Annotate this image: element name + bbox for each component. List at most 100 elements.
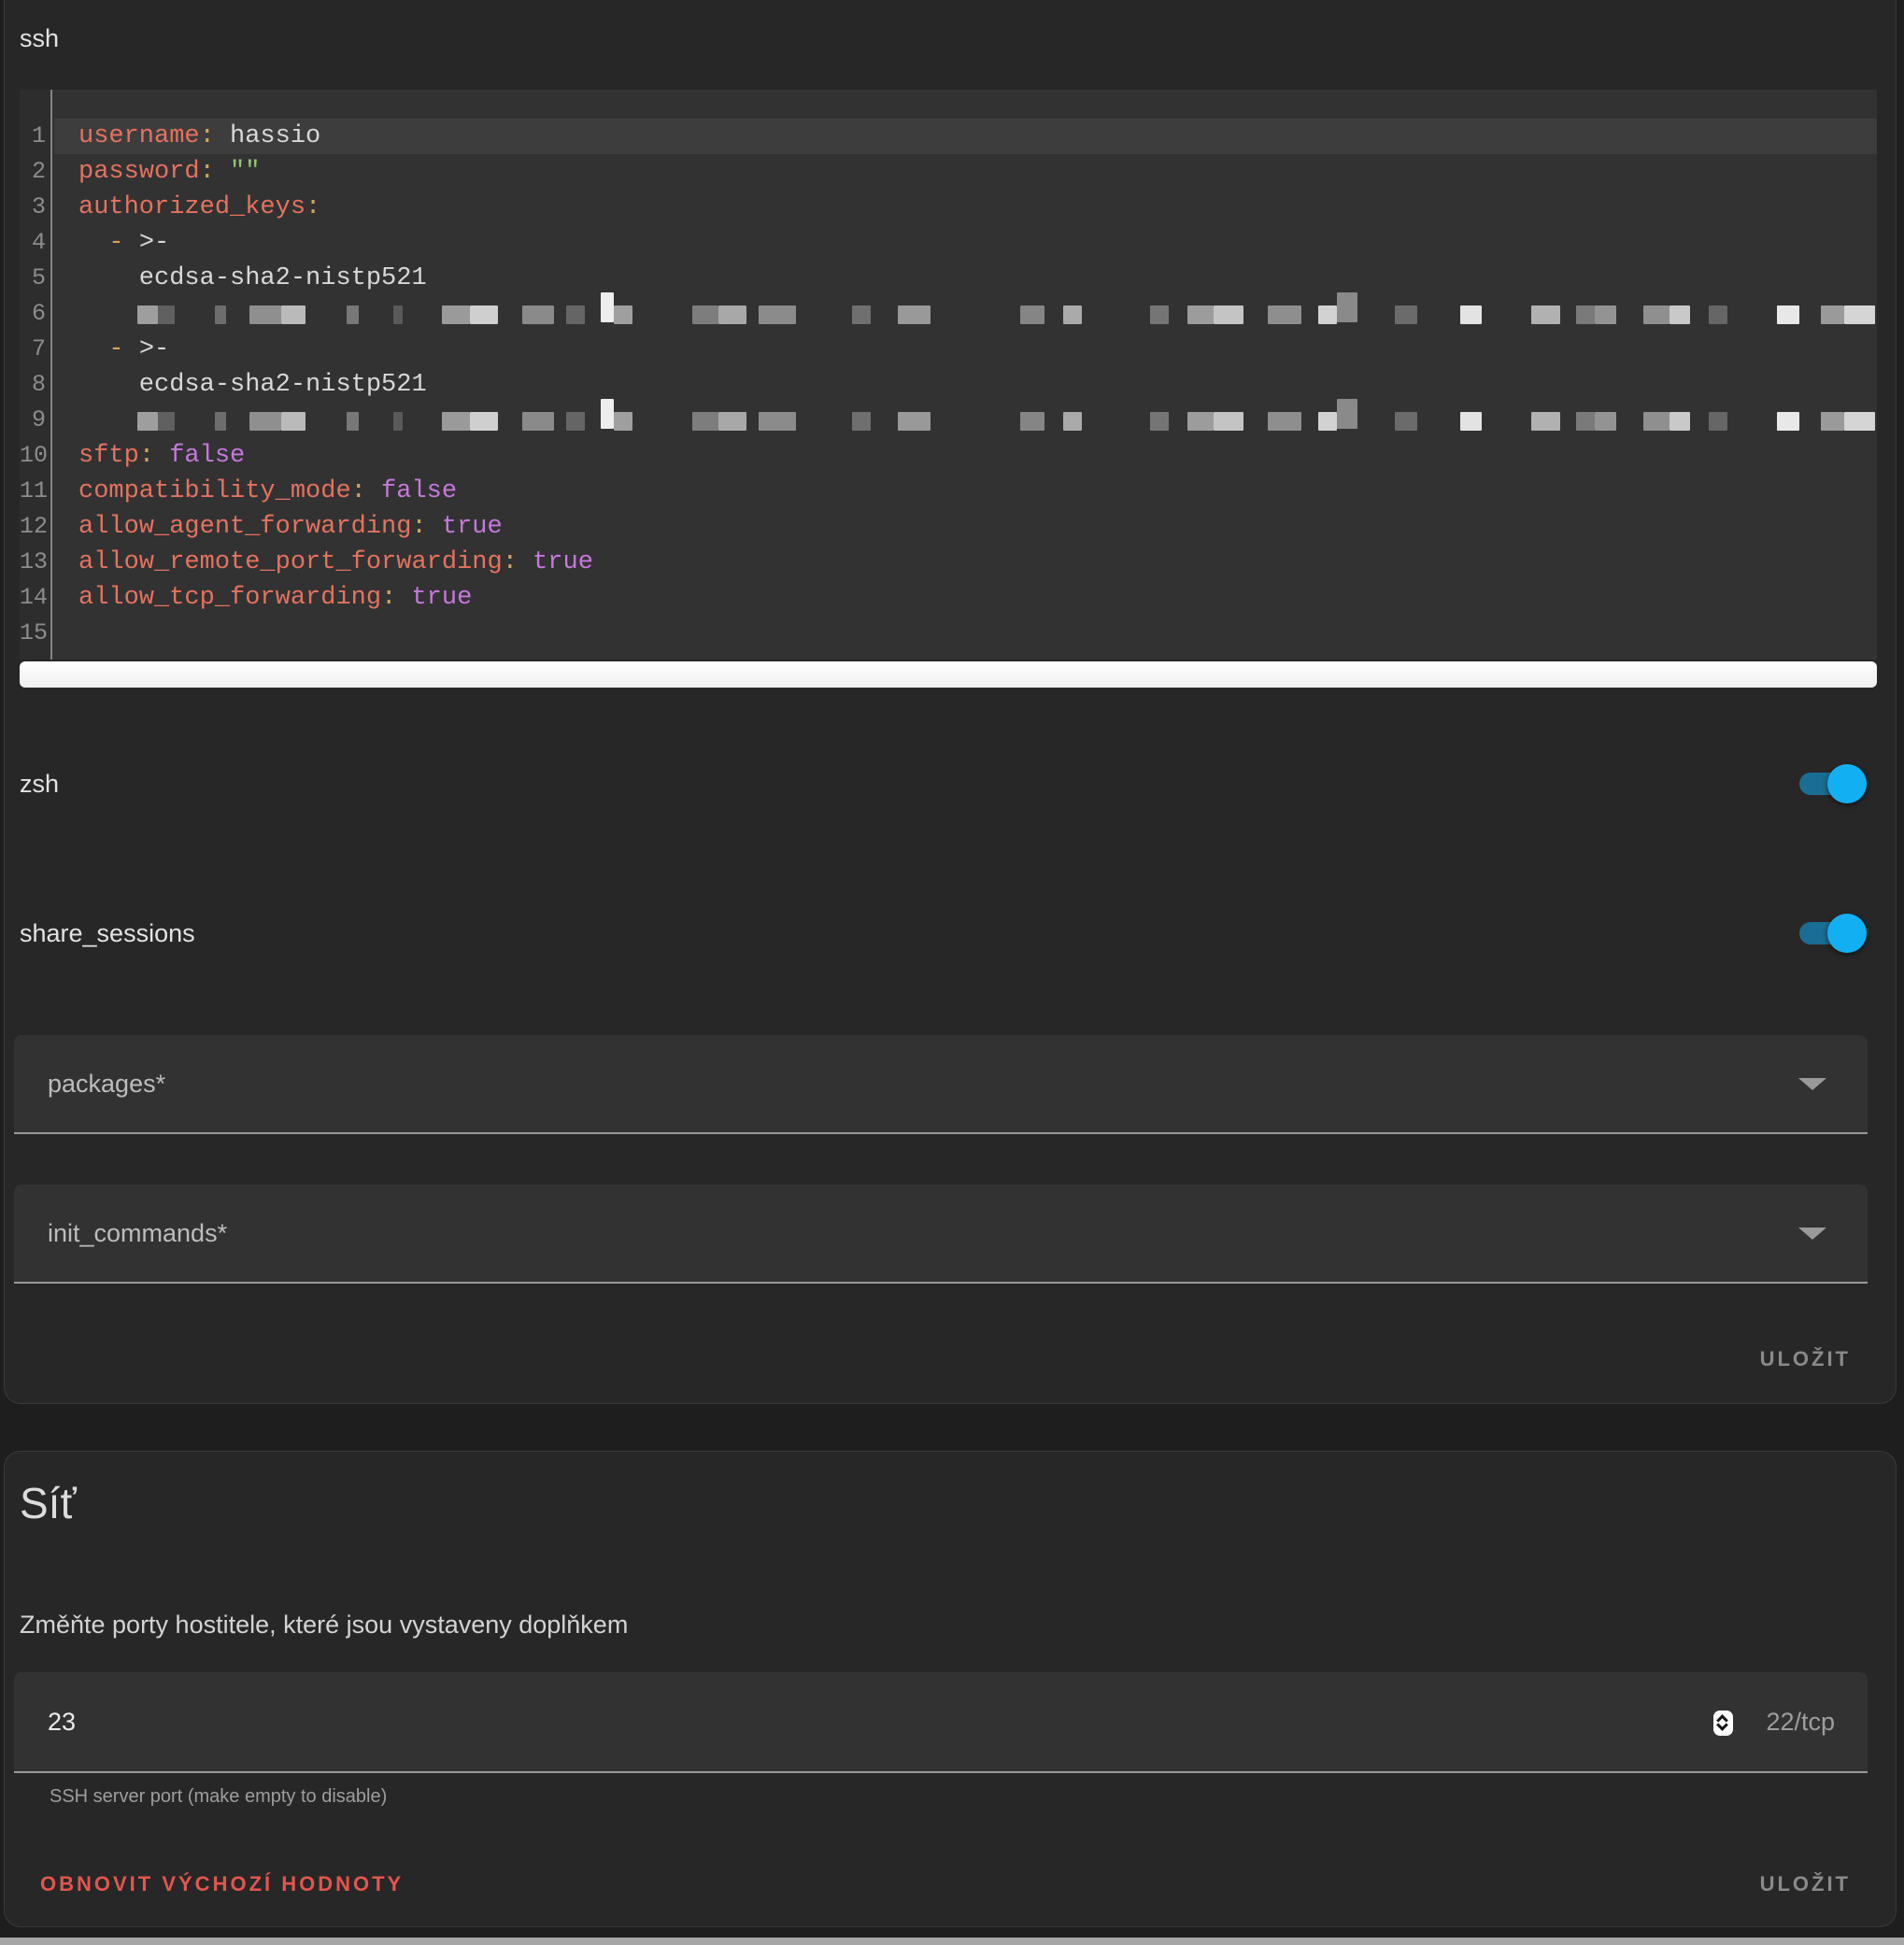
container-port-suffix: 22/tcp: [1766, 1672, 1835, 1771]
code-line: username: hassio: [54, 119, 1877, 154]
redacted-block: [249, 412, 281, 431]
redacted-block: [281, 412, 305, 431]
redacted-block: [137, 412, 158, 431]
ssh-option-label: ssh: [20, 24, 59, 53]
line-number: 14: [20, 580, 50, 616]
redacted-block: [601, 399, 614, 429]
redacted-block: [1595, 412, 1616, 431]
line-number: 3: [20, 190, 50, 225]
redacted-block: [249, 305, 281, 324]
redacted-block: [852, 412, 871, 431]
redacted-block: [1063, 412, 1082, 431]
init-commands-select-label: init_commands*: [48, 1219, 227, 1248]
redacted-block: [470, 412, 498, 431]
save-config-button[interactable]: ULOŽIT: [1745, 1336, 1866, 1383]
redacted-block: [1709, 305, 1727, 324]
redacted-block: [1844, 305, 1875, 324]
redacted-block: [692, 412, 718, 431]
redacted-block: [137, 305, 158, 324]
redacted-block: [1268, 412, 1301, 431]
next-card-edge: [0, 1938, 1904, 1945]
redacted-block: [1576, 412, 1595, 431]
code-line: ecdsa-sha2-nistp521: [54, 367, 1877, 403]
redacted-block: [442, 412, 470, 431]
init-commands-select[interactable]: init_commands*: [14, 1185, 1868, 1284]
share-sessions-toggle-thumb: [1827, 914, 1867, 953]
redacted-block: [158, 305, 175, 324]
redacted-block: [158, 412, 175, 431]
editor-horizontal-scrollbar[interactable]: [20, 661, 1877, 688]
redacted-block: [1337, 399, 1357, 429]
line-number: 15: [20, 616, 50, 651]
network-section-title: Síť: [20, 1478, 77, 1528]
addon-configuration-page: ssh 123456789101112131415 username: hass…: [0, 0, 1904, 1945]
redacted-block: [215, 412, 226, 431]
editor-line-number-gutter: 123456789101112131415: [20, 90, 52, 660]
network-section-description: Změňte porty hostitele, které jsou vysta…: [20, 1611, 628, 1640]
redacted-block: [1531, 412, 1560, 431]
line-number: 4: [20, 225, 50, 261]
line-number: 6: [20, 296, 50, 332]
code-line: ecdsa-sha2-nistp521: [54, 261, 1877, 296]
redacted-block: [898, 412, 931, 431]
ssh-port-input[interactable]: [48, 1672, 1449, 1771]
redacted-block: [1595, 305, 1616, 324]
line-number: 12: [20, 509, 50, 545]
line-number: 1: [20, 119, 50, 154]
code-line: allow_tcp_forwarding: true: [54, 580, 1877, 616]
redacted-block: [692, 305, 718, 324]
line-number: 11: [20, 474, 50, 509]
packages-select[interactable]: packages*: [14, 1035, 1868, 1134]
zsh-toggle-thumb: [1827, 764, 1867, 803]
network-card: Síť Změňte porty hostitele, které jsou v…: [4, 1451, 1897, 1927]
share-sessions-option-label: share_sessions: [20, 916, 195, 951]
line-number: 10: [20, 438, 50, 474]
redacted-block: [614, 305, 632, 324]
redacted-block: [1643, 305, 1670, 324]
yaml-editor[interactable]: 123456789101112131415 username: hassiopa…: [20, 90, 1877, 660]
code-line: password: "": [54, 154, 1877, 190]
redacted-block: [1460, 305, 1482, 324]
redacted-block: [1214, 412, 1243, 431]
code-line: - >-: [54, 225, 1877, 261]
redacted-block: [1318, 305, 1337, 324]
redacted-block: [1460, 412, 1482, 431]
line-number: 13: [20, 545, 50, 580]
redacted-block: [1670, 305, 1690, 324]
redacted-block: [1150, 305, 1169, 324]
code-line: allow_agent_forwarding: true: [54, 509, 1877, 545]
redacted-block: [1777, 305, 1799, 324]
redacted-key-line: [54, 403, 1877, 438]
ssh-port-helper-text: SSH server port (make empty to disable): [50, 1786, 387, 1808]
redacted-block: [898, 305, 931, 324]
redacted-block: [601, 292, 614, 322]
packages-select-label: packages*: [48, 1070, 165, 1099]
redacted-block: [1318, 412, 1337, 431]
redacted-block: [1020, 305, 1044, 324]
redacted-block: [522, 412, 554, 431]
redacted-key-line: [54, 296, 1877, 332]
redacted-block: [522, 305, 554, 324]
configuration-card: ssh 123456789101112131415 username: hass…: [4, 0, 1897, 1404]
line-number: 9: [20, 403, 50, 438]
redacted-block: [1576, 305, 1595, 324]
redacted-block: [347, 305, 359, 324]
redacted-block: [1187, 305, 1214, 324]
redacted-block: [852, 305, 871, 324]
reset-defaults-button[interactable]: OBNOVIT VÝCHOZÍ HODNOTY: [25, 1861, 419, 1908]
redacted-block: [1777, 412, 1799, 431]
number-stepper-icon[interactable]: [1713, 1711, 1733, 1736]
redacted-block: [1020, 412, 1044, 431]
redacted-block: [1821, 305, 1844, 324]
redacted-block: [347, 412, 359, 431]
redacted-block: [759, 305, 796, 324]
editor-code-area[interactable]: username: hassiopassword: ""authorized_k…: [54, 90, 1877, 660]
redacted-block: [1531, 305, 1560, 324]
chevron-down-icon: [1798, 1078, 1826, 1090]
line-number: 2: [20, 154, 50, 190]
redacted-block: [1821, 412, 1844, 431]
save-network-button[interactable]: ULOŽIT: [1745, 1861, 1866, 1908]
redacted-block: [1337, 292, 1357, 322]
redacted-block: [1670, 412, 1690, 431]
zsh-option-label: zsh: [20, 766, 59, 802]
